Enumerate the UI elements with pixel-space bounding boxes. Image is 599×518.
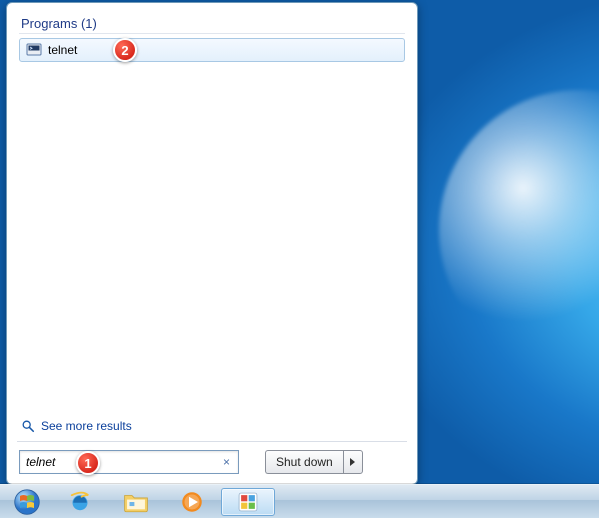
taskbar [0,484,599,518]
start-button[interactable] [3,488,51,516]
windows-orb-icon [13,488,41,516]
search-result-label: telnet [48,43,77,57]
start-menu-bottom-row: × Shut down [19,450,405,474]
media-player-button[interactable] [165,488,219,516]
shutdown-split-button: Shut down [265,450,363,474]
see-more-results-label: See more results [41,419,132,433]
magnifier-icon [21,419,35,433]
wmp-icon [180,490,204,514]
dev-tool-button[interactable] [221,488,275,516]
shutdown-button[interactable]: Shut down [265,450,343,474]
search-results-area: telnet [19,38,405,415]
ie-icon [68,490,92,514]
divider [17,441,407,442]
shutdown-options-arrow[interactable] [343,450,363,474]
terminal-icon [26,42,42,58]
desktop-wallpaper-swoosh [439,90,599,370]
search-box[interactable]: × [19,450,239,474]
vs-icon [237,491,259,513]
folder-icon [123,491,149,513]
see-more-results-link[interactable]: See more results [19,415,405,441]
programs-section-header: Programs (1) [19,13,405,34]
search-result-telnet[interactable]: telnet [19,38,405,62]
clear-search-icon[interactable]: × [219,455,234,469]
start-menu-panel: Programs (1) telnet See more results [6,2,418,485]
search-input[interactable] [26,455,219,469]
internet-explorer-button[interactable] [53,488,107,516]
file-explorer-button[interactable] [109,488,163,516]
